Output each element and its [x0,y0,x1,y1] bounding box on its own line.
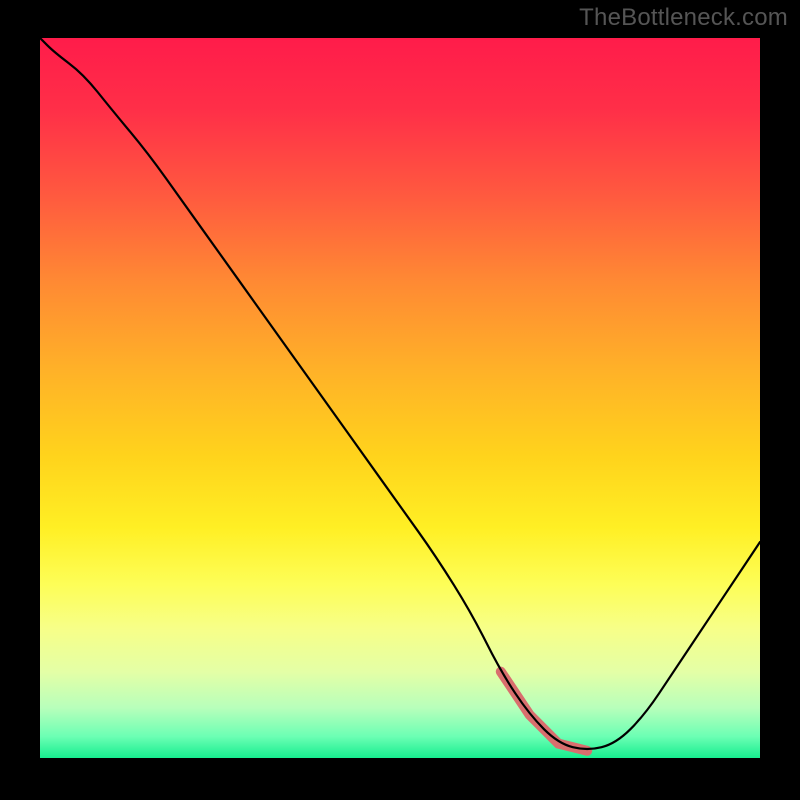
curve-svg [40,38,760,758]
curve-line [40,38,760,749]
plot-area [40,38,760,758]
attribution-label: TheBottleneck.com [579,4,788,32]
chart-frame: TheBottleneck.com [0,0,800,800]
curve-highlight [501,672,587,751]
